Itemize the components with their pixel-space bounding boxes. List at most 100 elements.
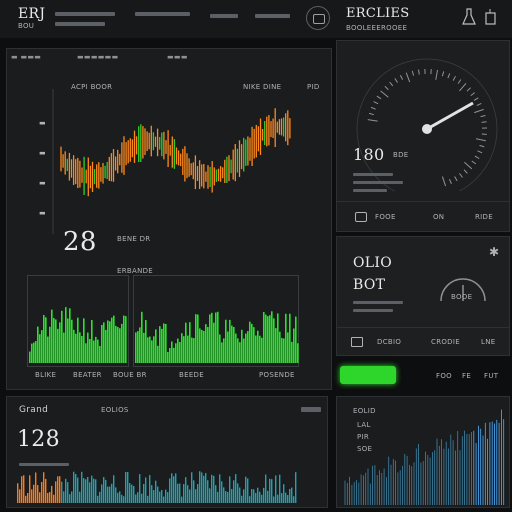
small-label-1[interactable]: FOO — [436, 372, 452, 380]
teal-bar — [193, 480, 195, 503]
gauge-info-1 — [353, 173, 393, 176]
green-bar — [285, 313, 287, 363]
flask-icon[interactable] — [462, 8, 476, 26]
teal-bar — [51, 485, 53, 503]
green-bar — [139, 327, 141, 363]
teal-bar — [147, 495, 149, 503]
green-bar — [91, 319, 93, 363]
gauge-tick — [463, 169, 468, 174]
gauge-tick — [411, 70, 415, 76]
main-chart-panel: ▬ ▬▬▬ ▬▬▬▬▬▬ ▬▬▬ ACPI BOOR NIKE DINE PID… — [6, 48, 332, 390]
green-bar — [81, 336, 83, 363]
teal-bar — [179, 483, 181, 503]
green-bar — [289, 313, 291, 363]
green-bar — [297, 343, 299, 363]
mid-right-panel: OLIO BOT ✱ BOOE DCBIO CRODIE LNE — [336, 236, 510, 356]
teal-bar — [63, 491, 65, 503]
gauge-tick — [459, 173, 463, 178]
green-bar — [137, 331, 139, 363]
bottom-left-value: 128 — [17, 427, 60, 452]
header-label-5 — [255, 14, 290, 18]
teal-bar — [95, 479, 97, 503]
teal-bar — [99, 491, 101, 503]
teal-bar — [223, 487, 225, 503]
green-bar — [121, 323, 123, 363]
small-label-2[interactable]: FE — [462, 372, 471, 380]
bottom-left-tab[interactable] — [301, 407, 321, 412]
green-bar — [179, 341, 181, 363]
teal-bar — [75, 473, 77, 503]
green-bar — [57, 328, 59, 363]
teal-bar — [67, 482, 69, 503]
gauge-tick — [470, 92, 475, 97]
teal-bar — [71, 491, 73, 503]
green-bar — [227, 331, 229, 363]
green-bar — [43, 315, 45, 363]
green-bar — [115, 325, 117, 363]
green-bar — [199, 328, 201, 363]
header-label-2 — [55, 22, 105, 26]
teal-bar — [47, 493, 49, 503]
green-bar — [175, 343, 177, 363]
record-icon[interactable] — [355, 212, 367, 222]
teal-bar — [175, 473, 177, 503]
green-action-button[interactable] — [340, 366, 396, 384]
teal-bar — [289, 488, 291, 503]
teal-bar — [293, 496, 295, 503]
panel-tab-3[interactable]: ▬▬▬ — [167, 53, 188, 61]
gauge-tick — [394, 78, 398, 83]
teal-bar — [35, 472, 37, 503]
green-bar — [239, 342, 241, 363]
green-bar — [271, 311, 273, 363]
gauge-value: 180 — [353, 145, 385, 164]
teal-bar — [87, 476, 89, 503]
header-label-4 — [210, 14, 238, 18]
gauge-tick — [448, 179, 452, 184]
panel-tab-2[interactable]: ▬▬▬▬▬▬ — [77, 53, 118, 61]
bottom-right-panel: EOLID LAL PIR SOE — [336, 396, 510, 508]
green-bar — [55, 319, 57, 363]
teal-bar — [139, 474, 141, 503]
gauge-tick — [466, 87, 471, 92]
cup-icon[interactable] — [484, 8, 498, 26]
green-bar — [143, 332, 145, 363]
green-bar — [291, 341, 293, 363]
refresh-icon[interactable] — [306, 6, 330, 30]
green-bar — [257, 330, 259, 363]
gauge-tick — [473, 97, 479, 101]
gauge-tick — [441, 176, 447, 187]
gauge-tick — [367, 119, 378, 122]
mid-footer-label-2: CRODIE — [431, 338, 460, 346]
gauge-tick — [474, 155, 480, 159]
teal-bar — [149, 475, 151, 503]
teal-bar — [151, 485, 153, 503]
green-bar — [165, 323, 167, 363]
teal-bar — [129, 483, 131, 503]
green-bar — [261, 337, 263, 363]
green-bar — [221, 342, 223, 363]
green-bar — [273, 318, 275, 363]
settings-icon[interactable]: ✱ — [487, 245, 501, 259]
bottom-label-1: BLIKE — [35, 371, 57, 379]
green-bar — [119, 328, 121, 363]
teal-bar — [165, 489, 167, 503]
green-bar — [253, 327, 255, 363]
teal-bar — [205, 472, 207, 503]
small-label-3[interactable]: FUT — [484, 372, 498, 380]
green-bar — [243, 338, 245, 363]
green-bar — [105, 329, 107, 363]
teal-bar — [37, 485, 39, 503]
teal-bar — [121, 494, 123, 503]
gauge-value-label: BDE — [393, 151, 409, 159]
green-bar — [113, 315, 115, 363]
teal-bar — [207, 480, 209, 503]
main-value-label: BENE DR — [117, 235, 151, 243]
gauge-tick — [373, 101, 379, 105]
green-bar — [147, 337, 149, 363]
folder-icon[interactable] — [351, 337, 363, 347]
panel-tab-1[interactable]: ▬ ▬▬▬ — [11, 53, 41, 61]
teal-bar — [131, 484, 133, 503]
teal-bar — [107, 486, 109, 503]
green-bar — [35, 341, 37, 363]
green-bar — [47, 336, 49, 363]
